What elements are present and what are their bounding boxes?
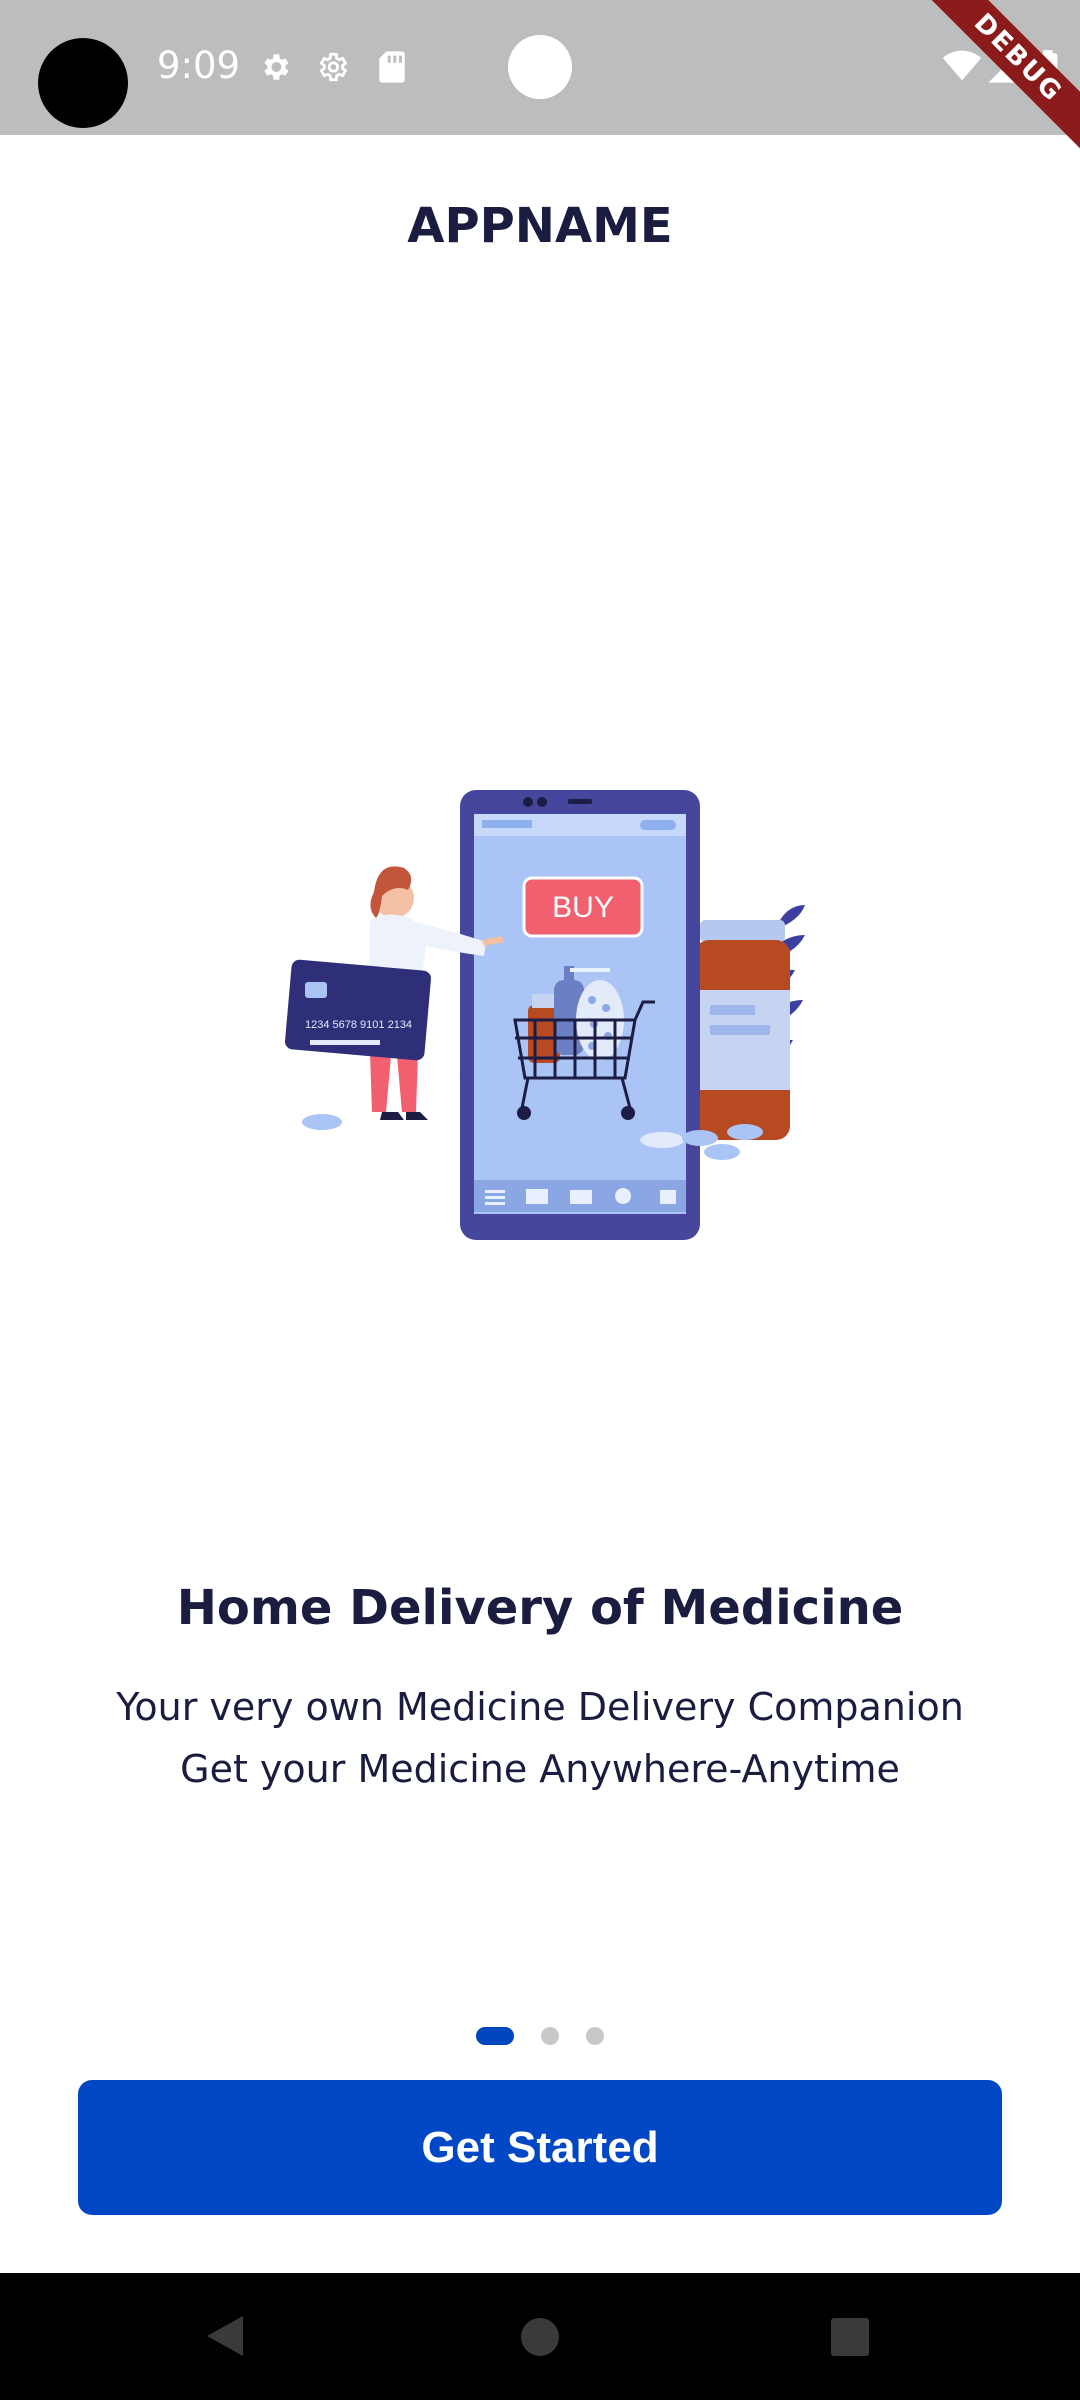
page-dot[interactable] xyxy=(541,2027,559,2045)
get-started-button[interactable]: Get Started xyxy=(78,2080,1002,2215)
medicine-shopping-illustration: BUY 1234 5678 9101 2134 xyxy=(285,790,805,1240)
system-nav-bar xyxy=(0,2273,1080,2400)
status-time: 9:09 xyxy=(157,44,241,87)
wifi-icon xyxy=(942,50,982,81)
subtitle-line-2: Get your Medicine Anywhere-Anytime xyxy=(180,1747,900,1791)
status-bar: 9:09 DEBUG xyxy=(0,0,1080,157)
front-sensor xyxy=(508,35,572,99)
settings-outline-icon xyxy=(319,52,348,82)
onboarding-subtitle: Your very own Medicine Delivery Companio… xyxy=(0,1676,1080,1800)
home-icon[interactable] xyxy=(520,2317,560,2357)
page-indicator xyxy=(0,2027,1080,2045)
app-title: APPNAME xyxy=(407,198,673,254)
sd-card-icon xyxy=(379,51,405,83)
phone-mockup: BUY xyxy=(460,790,700,1240)
camera-cutout xyxy=(38,38,128,128)
page-dot[interactable] xyxy=(586,2027,604,2045)
svg-text:1234 5678 9101 2134: 1234 5678 9101 2134 xyxy=(305,1019,412,1031)
credit-card: 1234 5678 9101 2134 xyxy=(285,959,431,1061)
medicine-bottle xyxy=(695,920,790,1140)
back-icon[interactable] xyxy=(205,2314,245,2358)
settings-icon xyxy=(264,54,289,80)
onboarding-title: Home Delivery of Medicine xyxy=(176,1580,904,1636)
subtitle-line-1: Your very own Medicine Delivery Companio… xyxy=(116,1685,964,1729)
buy-label: BUY xyxy=(552,891,614,924)
recents-icon[interactable] xyxy=(830,2317,870,2357)
page-dot-active[interactable] xyxy=(476,2027,514,2045)
